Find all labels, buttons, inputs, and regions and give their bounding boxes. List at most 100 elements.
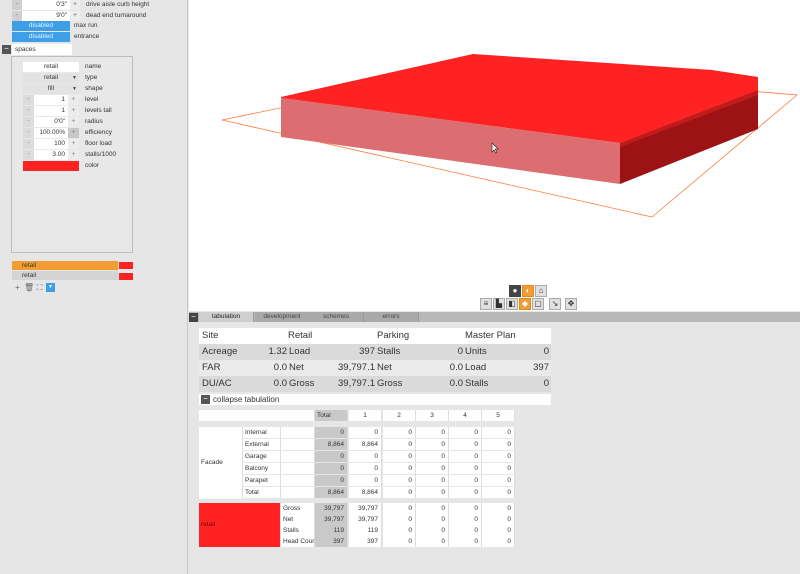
max-run-toggle[interactable]: disabled (12, 21, 70, 31)
stalls-input[interactable]: 3.00 (34, 150, 68, 160)
increment-button[interactable]: + (70, 0, 80, 10)
decrement-button[interactable]: - (23, 95, 34, 105)
view-front-icon[interactable]: ◧ (506, 298, 518, 310)
expand-icon[interactable]: ⛶ (35, 283, 44, 292)
collapse-tabulation-icon[interactable]: − (201, 395, 210, 404)
summary-label: FAR (202, 362, 221, 373)
view-side-icon[interactable]: ▙ (493, 298, 505, 310)
efficiency-label: efficiency (85, 129, 112, 136)
dead-end-turnaround-row: - 9'0" + dead end turnaround (12, 11, 152, 21)
increment-button[interactable]: + (70, 11, 80, 21)
facade-row-value: 8,864 (315, 487, 348, 498)
level-label: level (85, 96, 99, 103)
facade-row-value: 0 (416, 439, 449, 450)
layer-item-selected[interactable]: retail (12, 261, 118, 270)
facade-row-value: 0 (383, 427, 416, 438)
facade-row-value: 0 (482, 427, 515, 438)
view-3d-icon[interactable]: ◆ (519, 298, 531, 310)
floor-load-row: - 100 + floor load (23, 139, 123, 149)
drive-aisle-curb-height-row: - 0'3" + drive aisle curb height (12, 0, 152, 10)
summary-table: Site Retail Parking Master Plan Acreage … (199, 328, 551, 392)
radius-input[interactable]: 0'0" (34, 117, 68, 127)
facade-row-value: 0 (315, 475, 348, 486)
spaces-title[interactable]: spaces (12, 44, 72, 55)
dead-end-turnaround-input[interactable]: 9'0" (22, 11, 70, 21)
add-icon[interactable]: + (13, 283, 22, 292)
floor-load-input[interactable]: 100 (34, 139, 68, 149)
decrement-button[interactable]: - (12, 11, 22, 21)
entrance-toggle[interactable]: disabled (12, 32, 70, 42)
color-swatch[interactable] (23, 161, 79, 171)
view-list-icon[interactable]: ≡ (480, 298, 492, 310)
facade-row-value: 0 (349, 463, 382, 474)
3d-viewport[interactable]: ● ◐ ⌂ ≡ ▙ ◧ ◆ ▢ ↘ ✥ (189, 0, 800, 311)
space-type-select[interactable]: retail ▼ (23, 73, 79, 83)
trash-icon[interactable]: 🗑 (24, 283, 34, 292)
space-name-label: name (85, 63, 102, 70)
layer-item[interactable]: retail (12, 271, 118, 280)
decrement-button[interactable]: - (23, 139, 34, 149)
dropdown-arrow-icon: ▼ (72, 86, 77, 92)
view-shaded-icon[interactable]: ● (509, 285, 521, 297)
decrement-button[interactable]: - (23, 128, 34, 138)
tab-errors[interactable]: errors (364, 312, 419, 322)
space-name-input[interactable]: retail (23, 62, 79, 72)
dropdown-icon[interactable]: ▾ (46, 283, 55, 292)
facade-group-label: Facade (199, 427, 243, 499)
summary-label: Net (289, 362, 304, 373)
tab-development[interactable]: development (255, 312, 310, 322)
retail-row-value: 39,797 (315, 514, 348, 525)
view-half-icon[interactable]: ◐ (522, 285, 534, 297)
increment-button[interactable]: + (68, 95, 79, 105)
retail-row-value: 0 (449, 503, 482, 514)
summary-value: 0.0 (273, 362, 287, 373)
radius-label: radius (85, 118, 103, 125)
level-input[interactable]: 1 (34, 95, 68, 105)
increment-button[interactable]: + (68, 128, 79, 138)
collapse-spaces-icon[interactable]: − (2, 45, 11, 54)
massing-canvas[interactable] (189, 0, 800, 311)
entrance-label: entrance (74, 33, 100, 40)
decrement-button[interactable]: - (23, 117, 34, 127)
increment-button[interactable]: + (68, 106, 79, 116)
facade-row-label: Parapet (243, 475, 281, 486)
stalls-row: - 3.00 + stalls/1000 (23, 150, 123, 160)
summary-header-row: Site Retail Parking Master Plan (199, 328, 551, 344)
facade-row-value: 0 (416, 463, 449, 474)
decrement-button[interactable]: - (23, 150, 34, 160)
levels-tall-input[interactable]: 1 (34, 106, 68, 116)
efficiency-input[interactable]: 100.00% (34, 128, 68, 138)
max-run-label: max run (74, 22, 98, 29)
view-top-icon[interactable]: ▢ (532, 298, 544, 310)
summary-label: DU/AC (202, 378, 232, 389)
summary-label: Load (289, 346, 311, 357)
increment-button[interactable]: + (68, 117, 79, 127)
space-shape-value: fill (47, 85, 55, 92)
retail-row-value: 0 (416, 503, 449, 514)
facade-row-value: 0 (416, 487, 449, 498)
summary-value: 39,797.1 (338, 362, 375, 373)
summary-value: 397 (359, 346, 375, 357)
summary-header-parking: Parking (377, 330, 410, 341)
tab-schemes[interactable]: schemes (309, 312, 364, 322)
retail-row-value: 397 (315, 536, 348, 547)
space-shape-select[interactable]: fill ▼ (23, 84, 79, 94)
facade-row-label: Total (243, 487, 281, 498)
summary-label: Stalls (465, 378, 489, 389)
facade-row-value: 0 (315, 463, 348, 474)
decrement-button[interactable]: - (12, 0, 22, 10)
home-icon[interactable]: ⌂ (535, 285, 547, 297)
retail-row-value: 0 (482, 514, 515, 525)
measure-icon[interactable]: ↘ (549, 298, 561, 310)
collapse-tabulation-row[interactable]: − collapse tabulation (199, 394, 551, 405)
facade-row-value: 8,864 (349, 439, 382, 450)
decrement-button[interactable]: - (23, 106, 34, 116)
increment-button[interactable]: + (68, 150, 79, 160)
summary-label: Gross (377, 378, 403, 389)
levels-tall-row: - 1 + levels tall (23, 106, 123, 116)
fullscreen-icon[interactable]: ✥ (565, 298, 577, 310)
increment-button[interactable]: + (68, 139, 79, 149)
collapse-panel-icon[interactable]: − (189, 313, 198, 322)
tab-tabulation[interactable]: tabulation (199, 312, 254, 322)
drive-aisle-curb-height-input[interactable]: 0'3" (22, 0, 70, 10)
